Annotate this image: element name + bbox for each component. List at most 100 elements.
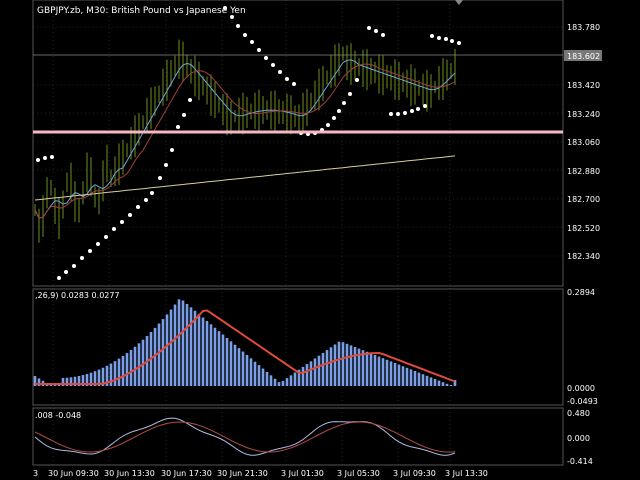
histogram-bar xyxy=(241,351,245,386)
sar-dot xyxy=(326,123,330,127)
sar-dot xyxy=(264,56,268,60)
oscillator-tick: 0.000 xyxy=(567,434,590,443)
time-label: 3 Jul 13:30 xyxy=(445,469,488,478)
histogram-bar xyxy=(125,353,129,386)
histogram-bar xyxy=(205,320,209,386)
sar-dot xyxy=(285,77,289,81)
sar-dot xyxy=(437,36,441,40)
histogram-bar xyxy=(389,361,393,386)
macd-label: ,26,9) 0.0283 0.0277 xyxy=(35,291,120,300)
sar-dot xyxy=(64,270,68,274)
sar-dot xyxy=(57,276,61,280)
histogram-bar xyxy=(381,358,385,386)
histogram-bar xyxy=(273,378,277,386)
current-price-label: 183.602 xyxy=(567,52,600,61)
histogram-bar xyxy=(265,371,269,386)
price-panel-frame xyxy=(32,0,564,287)
oscillator-tick: 0.480 xyxy=(567,409,590,418)
sar-dot xyxy=(355,78,359,82)
time-label: 3 Jul 01:30 xyxy=(281,469,324,478)
macd-panel-frame xyxy=(32,288,564,406)
macd-histogram xyxy=(33,299,457,386)
sar-dot xyxy=(136,205,140,209)
sar-dot xyxy=(150,191,154,195)
sar-dot xyxy=(367,26,371,30)
sar-dot xyxy=(236,24,240,28)
time-label: 30 Jun 09:30 xyxy=(48,469,99,478)
sar-dot xyxy=(332,116,336,120)
histogram-bar xyxy=(329,347,333,386)
histogram-bar xyxy=(293,372,297,386)
histogram-bar xyxy=(177,299,181,386)
histogram-bar xyxy=(433,379,437,386)
histogram-bar xyxy=(325,350,329,386)
sar-dot xyxy=(457,41,461,45)
sar-dot xyxy=(423,104,427,108)
histogram-bar xyxy=(261,368,265,386)
histogram-bar xyxy=(57,385,61,386)
price-tick: 183.420 xyxy=(567,81,600,90)
sar-dot xyxy=(250,40,254,44)
sar-dot xyxy=(96,242,100,246)
histogram-bar xyxy=(345,343,349,386)
moving-averages xyxy=(34,59,456,219)
histogram-bar xyxy=(421,374,425,386)
sar-dot xyxy=(158,176,162,180)
price-tick: 182.700 xyxy=(567,195,600,204)
histogram-bar xyxy=(333,344,337,386)
macd-tick: 0.2894 xyxy=(567,288,595,297)
sar-dot xyxy=(88,249,92,253)
histogram-bar xyxy=(249,358,253,386)
histogram-bar xyxy=(269,375,273,386)
histogram-bar xyxy=(217,331,221,386)
sar-dot xyxy=(128,213,132,217)
histogram-bar xyxy=(253,361,257,386)
histogram-bar xyxy=(173,304,177,386)
scroll-marker-icon[interactable] xyxy=(455,0,463,5)
histogram-bar xyxy=(197,314,201,386)
histogram-bar xyxy=(117,358,121,386)
grid-lines xyxy=(33,0,563,465)
sar-dot xyxy=(342,101,346,105)
sar-dot xyxy=(444,37,448,41)
long-ma-line xyxy=(34,155,456,201)
sar-dot xyxy=(271,63,275,67)
sar-dot xyxy=(374,29,378,33)
histogram-bar xyxy=(321,352,325,386)
sar-dot xyxy=(416,107,420,111)
histogram-bar xyxy=(121,355,125,386)
histogram-bar xyxy=(233,344,237,386)
sar-dot xyxy=(348,92,352,96)
sar-dot xyxy=(403,111,407,115)
histogram-bar xyxy=(309,361,313,386)
histogram-bar xyxy=(237,348,241,386)
histogram-bar xyxy=(229,341,233,386)
time-axis: 3 30 Jun 09:30 30 Jun 13:30 30 Jun 17:30… xyxy=(33,469,488,478)
histogram-bar xyxy=(413,371,417,386)
sar-dot xyxy=(144,198,148,202)
histogram-bar xyxy=(405,367,409,386)
histogram-bar xyxy=(201,317,205,386)
sar-dot xyxy=(243,33,247,37)
histogram-bar xyxy=(209,324,213,386)
histogram-bar xyxy=(169,309,173,386)
histogram-bar xyxy=(301,366,305,386)
sar-dot xyxy=(278,70,282,74)
oscillator-line-main xyxy=(34,417,456,456)
histogram-bar xyxy=(305,364,309,386)
fast-ma-line xyxy=(34,59,456,219)
histogram-bar xyxy=(349,345,353,386)
sar-dot xyxy=(188,98,192,102)
trading-chart[interactable]: GBPJPY.zb, M30: British Pound vs Japanes… xyxy=(0,0,640,480)
price-tick: 182.520 xyxy=(567,224,600,233)
histogram-bar xyxy=(369,353,373,386)
histogram-bar xyxy=(361,350,365,386)
time-label: 3 Jul 09:30 xyxy=(393,469,436,478)
oscillator-label: .008 -0.048 xyxy=(35,411,81,420)
histogram-bar xyxy=(189,307,193,386)
sar-dot xyxy=(43,156,47,160)
histogram-bar xyxy=(341,342,345,386)
sar-dot xyxy=(389,112,393,116)
sar-dot xyxy=(430,34,434,38)
histogram-bar xyxy=(397,364,401,386)
